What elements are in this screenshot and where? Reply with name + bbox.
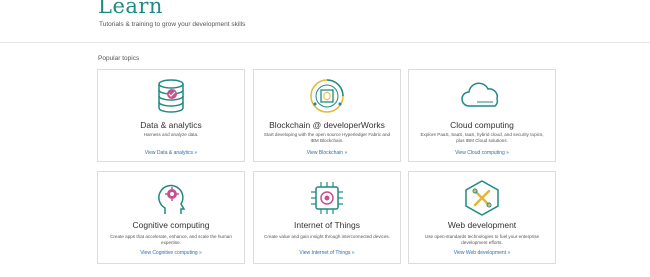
page-header: Learn Tutorials & training to grow your …	[0, 0, 650, 43]
page-title: Learn	[98, 0, 163, 18]
topic-title: Cognitive computing	[132, 220, 210, 230]
topic-card-internet-of-things[interactable]: Internet of Things Create value and gain…	[253, 171, 401, 264]
page-subtitle: Tutorials & training to grow your develo…	[99, 21, 246, 28]
topics-grid: Data & analytics Harness and analyze dat…	[97, 69, 557, 274]
topic-description: Explore PaaS, SaaS, IaaS, hybrid cloud, …	[420, 132, 544, 143]
topic-card-data-analytics[interactable]: Data & analytics Harness and analyze dat…	[97, 69, 245, 162]
iot-chip-icon	[311, 182, 343, 214]
topic-description: Harness and analyze data.	[143, 132, 199, 137]
topic-description: Create value and gain insight through in…	[264, 234, 390, 239]
topic-link[interactable]: View Blockchain »	[254, 150, 400, 156]
section-label: Popular topics	[98, 55, 140, 62]
topic-card-cognitive-computing[interactable]: Cognitive computing Create apps that acc…	[97, 171, 245, 264]
topic-description: Start developing with the open source Hy…	[263, 132, 391, 143]
topic-title: Web development	[447, 220, 517, 230]
web-development-icon	[465, 180, 499, 216]
topic-description: Use open-standards technologies to fuel …	[424, 234, 540, 245]
topic-title: Blockchain @ developerWorks	[269, 120, 385, 130]
topic-card-blockchain[interactable]: Blockchain @ developerWorks Start develo…	[253, 69, 401, 162]
topic-link[interactable]: View Cognitive computing »	[98, 250, 244, 256]
topic-title: Internet of Things	[294, 220, 360, 230]
topic-description: Create apps that accelerate, enhance, an…	[110, 234, 232, 245]
cognitive-icon	[158, 184, 186, 214]
topic-title: Cloud computing	[450, 120, 514, 130]
topic-card-cloud-computing[interactable]: Cloud computing Explore PaaS, SaaS, IaaS…	[408, 69, 556, 162]
cloud-icon	[461, 82, 499, 107]
topic-link[interactable]: View Web development »	[409, 250, 555, 256]
blockchain-icon	[310, 79, 344, 113]
topic-link[interactable]: View Internet of Things »	[254, 250, 400, 256]
topic-link[interactable]: View Data & analytics »	[98, 150, 244, 156]
topic-link[interactable]: View Cloud computing »	[409, 150, 555, 156]
data-analytics-icon	[158, 79, 184, 113]
topic-card-web-development[interactable]: Web development Use open-standards techn…	[408, 171, 556, 264]
topic-title: Data & analytics	[140, 120, 202, 130]
